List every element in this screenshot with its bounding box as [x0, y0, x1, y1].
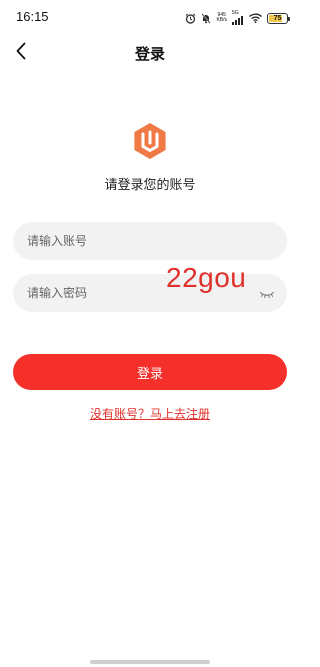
- page-title: 登录: [134, 45, 165, 63]
- status-time: 16:15: [16, 9, 49, 24]
- eye-closed-icon[interactable]: [259, 286, 275, 299]
- nav-bar: 登录: [0, 36, 300, 70]
- status-icons: 945 KB/s 5G 75: [185, 10, 290, 26]
- status-bar: 16:15 945 KB/s 5G 75: [0, 0, 300, 36]
- login-button[interactable]: 登录: [13, 354, 287, 390]
- net-speed-unit: KB/s: [216, 17, 227, 23]
- login-subtitle: 请登录您的账号: [104, 178, 196, 193]
- battery-cap: [288, 16, 290, 21]
- mute-icon: [201, 12, 212, 24]
- app-logo-icon: [131, 122, 169, 160]
- signal-group: 5G: [232, 11, 244, 25]
- register-link[interactable]: 没有账号？马上去注册: [0, 405, 300, 422]
- alarm-icon: [185, 13, 196, 24]
- battery-level: 75: [273, 14, 282, 22]
- battery-icon: 75: [267, 12, 290, 24]
- home-indicator: [90, 660, 210, 664]
- wifi-icon: [249, 13, 262, 23]
- account-field: [13, 222, 287, 260]
- signal-icon: [232, 16, 244, 25]
- watermark: 22gou: [166, 262, 247, 293]
- account-input[interactable]: [13, 222, 287, 260]
- net-speed: 945 KB/s: [216, 13, 227, 23]
